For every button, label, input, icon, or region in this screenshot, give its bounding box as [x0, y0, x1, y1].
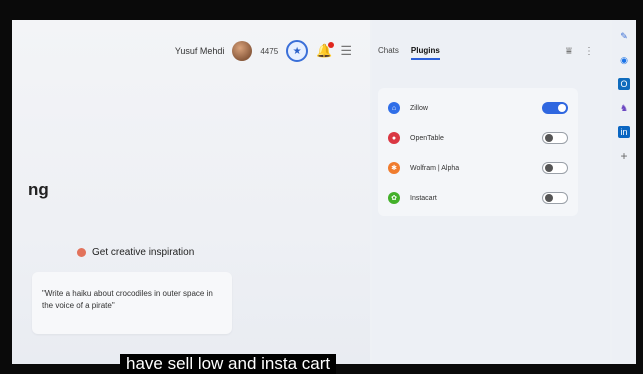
tab-plugins[interactable]: Plugins [410, 46, 440, 60]
plugin-name: Wolfram | Alpha [410, 164, 460, 172]
chat-main-area: Yusuf Mehdi 4475 ★ 🔔 ☰ ng Get creative i… [12, 20, 370, 364]
instacart-icon: ✿ [388, 192, 400, 204]
plugin-toggle-wolfram[interactable] [542, 162, 568, 174]
sidebar-panel: Chats Plugins ⩸ ⋮ ⌂ Zillow ● OpenTable ✱… [372, 20, 610, 364]
plugin-name: Instacart [410, 194, 437, 202]
edge-sidebar-rail: ✎ ◉ O ♞ in + [612, 20, 636, 364]
suggestion-header: Get creative inspiration [77, 247, 194, 258]
suggestion-card[interactable]: "Write a haiku about crocodiles in outer… [32, 272, 232, 334]
suggestion-text: "Write a haiku about crocodiles in outer… [42, 289, 213, 310]
notification-dot [328, 42, 335, 48]
plugin-row-instacart: ✿ Instacart [388, 192, 568, 204]
avatar[interactable] [232, 41, 253, 61]
plugin-row-zillow: ⌂ Zillow [388, 102, 568, 114]
plugin-toggle-zillow[interactable] [542, 102, 568, 114]
video-caption: have sell low and insta cart [120, 354, 337, 374]
linkedin-icon[interactable]: in [618, 126, 630, 138]
chrome-icon[interactable]: ◉ [618, 54, 630, 66]
sidebar-actions: ⩸ ⋮ [566, 46, 594, 57]
app-screen: Yusuf Mehdi 4475 ★ 🔔 ☰ ng Get creative i… [12, 20, 636, 364]
wolfram-icon: ✱ [388, 162, 400, 174]
more-options-icon[interactable]: ⋮ [584, 46, 594, 57]
page-heading-fragment: ng [28, 180, 49, 199]
plugin-name: OpenTable [410, 134, 444, 142]
sidebar-tabs: Chats Plugins [378, 46, 440, 60]
add-icon[interactable]: + [618, 149, 630, 163]
plugin-row-opentable: ● OpenTable [388, 132, 568, 144]
top-bar: Yusuf Mehdi 4475 ★ 🔔 ☰ [175, 40, 352, 62]
tab-chats[interactable]: Chats [378, 46, 399, 60]
plugin-toggle-opentable[interactable] [542, 132, 568, 144]
filter-icon[interactable]: ⩸ [566, 46, 572, 57]
toggle-knob [545, 194, 553, 202]
plugin-name: Zillow [410, 104, 428, 112]
plugin-row-wolfram: ✱ Wolfram | Alpha [388, 162, 568, 174]
plugin-list: ⌂ Zillow ● OpenTable ✱ Wolfram | Alpha ✿… [378, 88, 578, 216]
pencil-icon[interactable]: ✎ [618, 30, 630, 42]
rewards-points[interactable]: 4475 [260, 47, 278, 56]
toggle-knob [545, 164, 553, 172]
trophy-icon[interactable]: ★ [286, 40, 309, 62]
outlook-icon[interactable]: O [618, 78, 630, 90]
toggle-knob [558, 104, 566, 112]
zillow-icon: ⌂ [388, 102, 400, 114]
toggle-knob [545, 134, 553, 142]
hamburger-icon[interactable]: ☰ [340, 43, 352, 59]
idea-icon [77, 248, 86, 257]
games-icon[interactable]: ♞ [618, 102, 630, 114]
suggestion-title: Get creative inspiration [92, 247, 195, 258]
bell-icon[interactable]: 🔔 [316, 42, 335, 59]
username[interactable]: Yusuf Mehdi [175, 46, 225, 56]
opentable-icon: ● [388, 132, 400, 144]
plugin-toggle-instacart[interactable] [542, 192, 568, 204]
